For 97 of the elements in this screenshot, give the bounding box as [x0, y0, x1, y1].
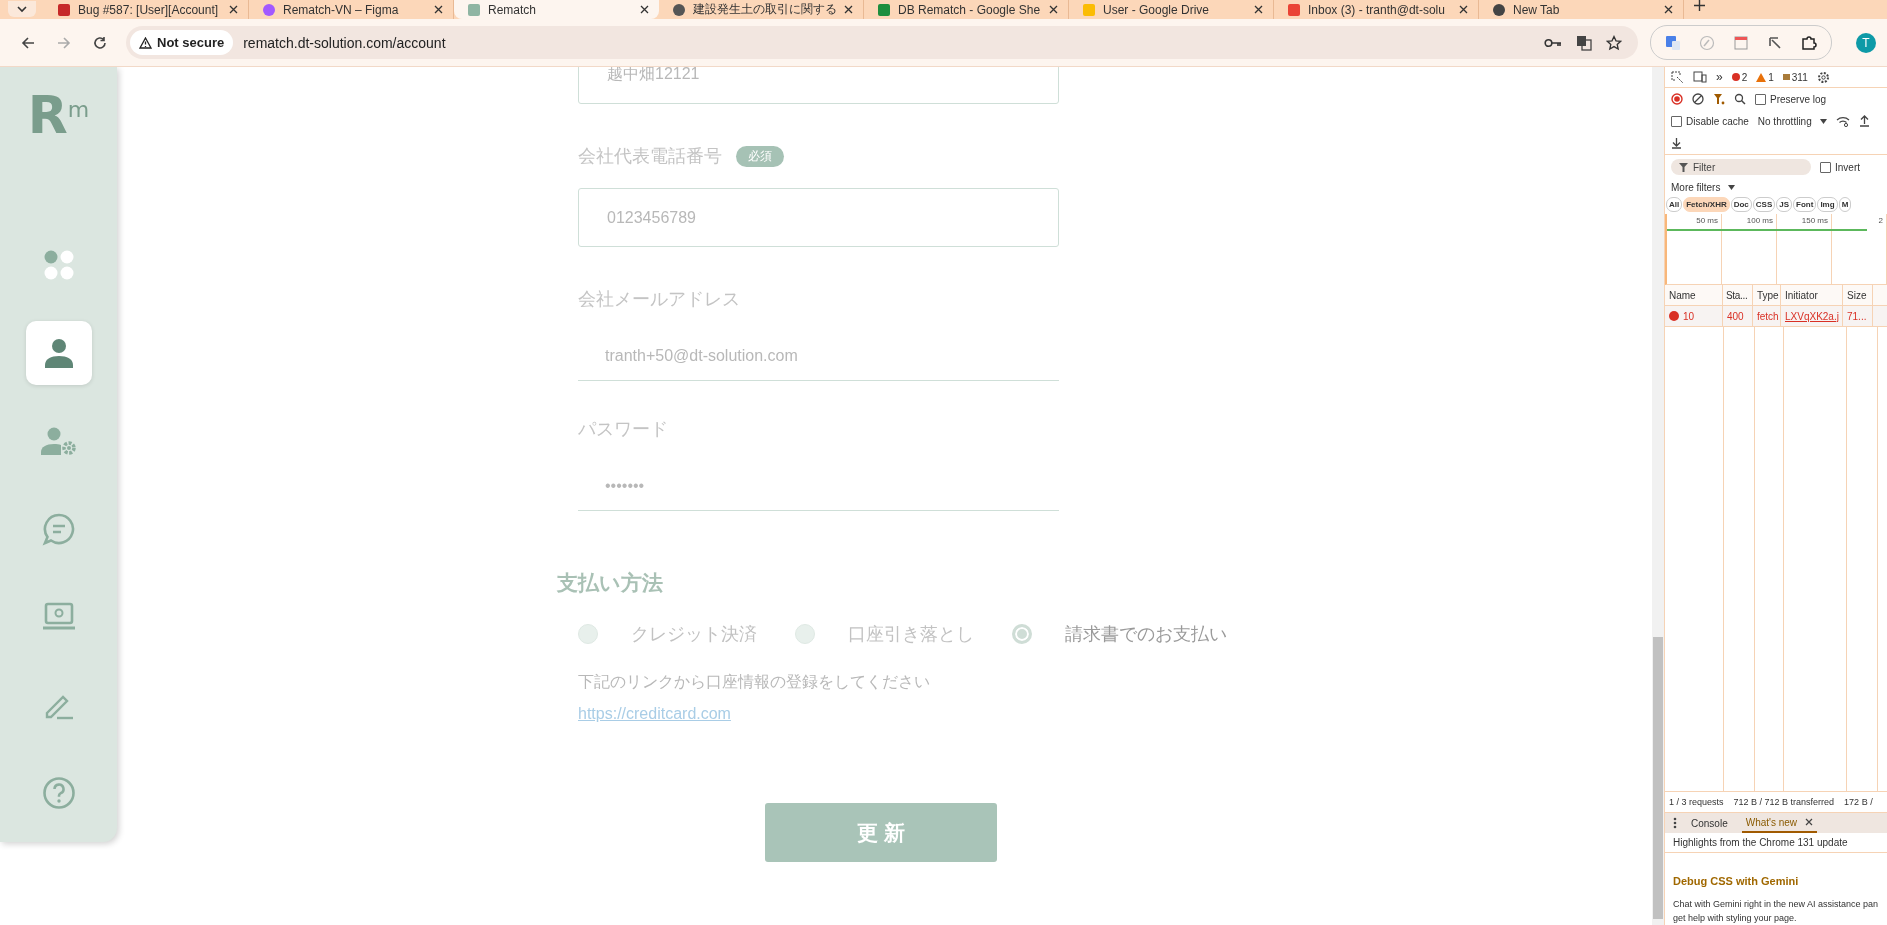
- status-text: 172 B /: [1844, 797, 1873, 807]
- star-icon[interactable]: [1606, 34, 1622, 51]
- feature-text: get help with styling your page.: [1673, 912, 1798, 925]
- required-badge: 必須: [736, 145, 784, 167]
- column-header[interactable]: Type: [1753, 285, 1781, 305]
- close-icon[interactable]: [1664, 5, 1673, 14]
- device-icon[interactable]: [1693, 71, 1707, 83]
- download-icon[interactable]: [1671, 137, 1682, 149]
- feature-text: Chat with Gemini right in the new AI assistance pan: [1673, 898, 1879, 911]
- filter-chip[interactable]: Font: [1793, 197, 1817, 212]
- filter-chip[interactable]: JS: [1776, 197, 1793, 212]
- inspect-icon[interactable]: [1671, 70, 1684, 84]
- close-icon[interactable]: [1254, 5, 1263, 14]
- more-filters-dropdown[interactable]: More filters: [1671, 181, 1736, 193]
- drawer-tab[interactable]: What's new: [1741, 813, 1818, 833]
- cursor-icon[interactable]: [1767, 34, 1783, 51]
- close-icon[interactable]: [640, 5, 649, 14]
- close-icon[interactable]: [229, 5, 238, 14]
- close-icon[interactable]: [1805, 818, 1814, 826]
- timeline-tick: 150 ms: [1801, 216, 1828, 225]
- window-icon[interactable]: [1733, 34, 1749, 51]
- column-header[interactable]: Sta...: [1723, 285, 1753, 305]
- error-count[interactable]: 2: [1731, 71, 1748, 83]
- status-text: 712 B / 712 B transferred: [1733, 797, 1835, 807]
- scrollbar[interactable]: [1652, 67, 1664, 925]
- more-tabs-button[interactable]: »: [1716, 70, 1723, 84]
- key-icon[interactable]: [1544, 36, 1562, 49]
- security-chip[interactable]: Not secure: [130, 30, 234, 55]
- settings-icon[interactable]: [1816, 70, 1830, 84]
- feature-title: Debug CSS with Gemini: [1673, 875, 1800, 887]
- upload-icon[interactable]: [1858, 115, 1870, 127]
- url-text: rematch.dt-solution.com/account: [243, 34, 447, 51]
- field-label: パスワード: [578, 418, 668, 441]
- radio-button[interactable]: [1012, 624, 1032, 644]
- table-cell: 71...: [1843, 306, 1873, 326]
- search-icon[interactable]: [1734, 93, 1746, 105]
- table-cell: 10: [1665, 306, 1723, 326]
- filter-chip[interactable]: Doc: [1730, 197, 1752, 212]
- help-icon: [41, 776, 76, 810]
- caret-icon: [1728, 184, 1736, 190]
- caret-icon: [1819, 118, 1827, 124]
- record-icon[interactable]: [1671, 93, 1683, 105]
- nav-item[interactable]: [25, 321, 92, 385]
- filter-chip[interactable]: Fetch/XHR: [1683, 197, 1730, 212]
- chat-icon: [41, 512, 76, 546]
- close-icon[interactable]: [434, 5, 443, 14]
- checkbox-label: Invert: [1835, 161, 1860, 173]
- more-options-icon[interactable]: [1673, 817, 1677, 829]
- radio-label: 請求書でのお支払い: [1065, 623, 1227, 646]
- wifi-settings-icon[interactable]: [1835, 115, 1850, 127]
- radio-button[interactable]: [795, 624, 815, 644]
- filter-chip[interactable]: CSS: [1752, 197, 1776, 212]
- timeline-tick: 100 ms: [1746, 216, 1773, 225]
- back-icon[interactable]: [21, 35, 35, 50]
- column-header[interactable]: Initiator: [1781, 285, 1843, 305]
- checkbox[interactable]: [1671, 115, 1682, 127]
- checkbox[interactable]: [1755, 93, 1766, 105]
- radio-label: クレジット決済: [631, 623, 757, 646]
- puzzle-icon[interactable]: [1801, 34, 1817, 51]
- table-cell: 400: [1723, 306, 1753, 326]
- browser-tab[interactable]: Rematch: [454, 0, 659, 19]
- initiator-link[interactable]: LXVqXK2a.j: [1781, 306, 1843, 326]
- throttling-dropdown[interactable]: No throttling: [1757, 115, 1827, 127]
- timeline-tick: 2: [1878, 216, 1883, 225]
- message-count[interactable]: 311: [1782, 71, 1808, 83]
- radio-button[interactable]: [578, 624, 598, 644]
- highlights-heading: Highlights from the Chrome 131 update: [1665, 833, 1887, 853]
- field-label: 会社メールアドレス: [578, 288, 740, 311]
- user-gear-icon: [40, 426, 77, 456]
- section-title: 支払い方法: [557, 570, 664, 596]
- table-cell: fetch: [1753, 306, 1781, 326]
- filter-chip[interactable]: All: [1666, 197, 1683, 212]
- checkbox-label: Preserve log: [1770, 93, 1827, 105]
- request-row[interactable]: 10 400 fetch LXVqXK2a.j 71...: [1665, 306, 1887, 327]
- close-icon[interactable]: [1459, 5, 1468, 14]
- laptop-icon: [41, 602, 76, 632]
- address-bar[interactable]: Not secure rematch.dt-solution.com/account: [126, 26, 1638, 59]
- column-header[interactable]: Name: [1665, 285, 1723, 305]
- reload-icon[interactable]: [93, 35, 107, 50]
- field-label: 会社代表電話番号: [578, 145, 722, 168]
- timeline-tick: 50 ms: [1696, 216, 1718, 225]
- close-icon[interactable]: [1049, 5, 1058, 14]
- drawer-tab[interactable]: Console: [1687, 813, 1732, 833]
- tab-search-icon[interactable]: [8, 1, 36, 17]
- checkbox[interactable]: [1820, 161, 1831, 173]
- status-text: 1 / 3 requests: [1669, 797, 1724, 807]
- checkbox-label: Disable cache: [1686, 115, 1749, 127]
- filter-icon[interactable]: [1713, 93, 1725, 105]
- column-header[interactable]: Size: [1843, 285, 1873, 305]
- warning-icon: [139, 36, 152, 49]
- filter-field[interactable]: Filter: [1671, 159, 1811, 175]
- filter-chip[interactable]: Img: [1817, 197, 1838, 212]
- instruction-text: 下記のリンクから口座情報の登録をしてください: [578, 672, 931, 692]
- user-icon: [42, 337, 75, 369]
- radio-label: 口座引き落とし: [848, 623, 974, 646]
- clear-icon[interactable]: [1692, 93, 1704, 105]
- close-icon[interactable]: [844, 5, 853, 14]
